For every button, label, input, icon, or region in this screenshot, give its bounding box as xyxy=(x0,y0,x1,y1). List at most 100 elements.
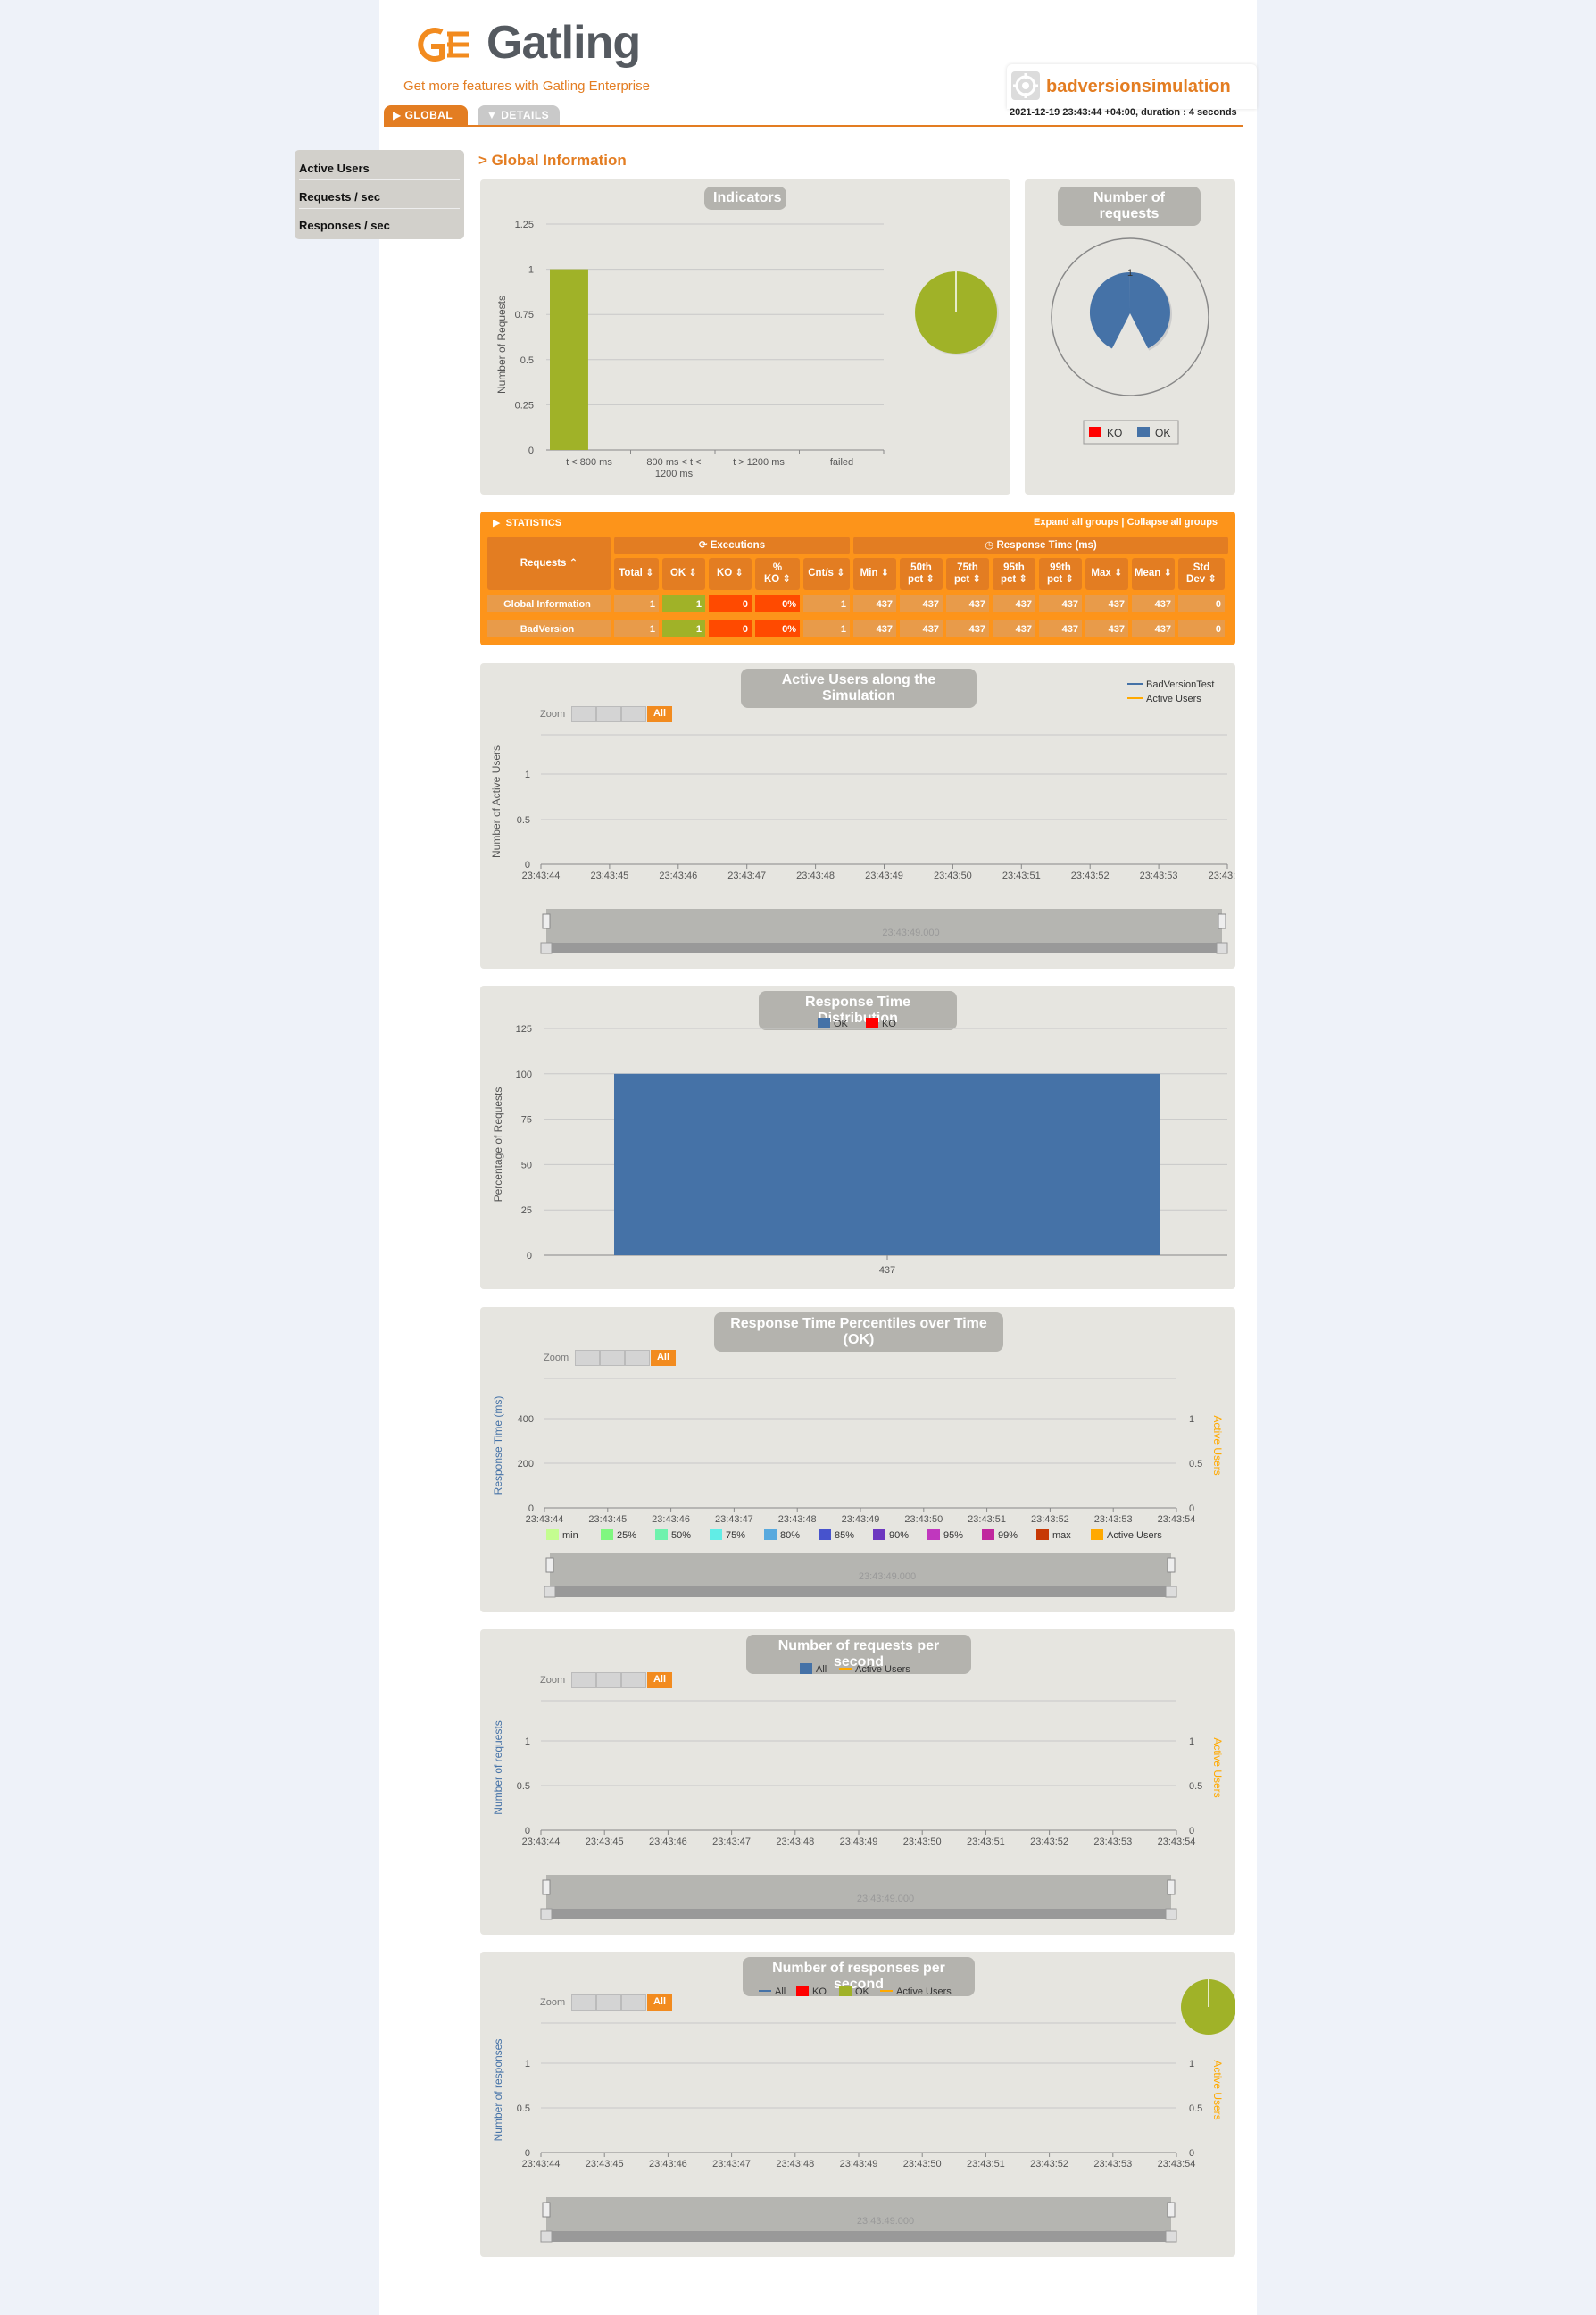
rt-distribution-chart: OK KO Percentage of Requests 125 100 75 50 2… xyxy=(492,1018,1227,1276)
xtick-label: 23:43:51 xyxy=(968,1514,1006,1525)
legend-label: min xyxy=(562,1530,578,1541)
legend-all-swatch xyxy=(800,1663,812,1674)
zoom-range-button[interactable] xyxy=(575,1350,600,1366)
ytick-label: 400 xyxy=(518,1414,534,1425)
xtick-label: 23:43:44 xyxy=(522,2159,561,2169)
stat-cell: 1 xyxy=(614,620,659,637)
legend-ko-swatch xyxy=(1089,427,1101,437)
caret-right-icon: ▶ xyxy=(493,518,501,529)
scroll-right-button xyxy=(1216,942,1228,954)
legend-ok-label: OK xyxy=(855,1986,870,1997)
sidebar-item-active-users[interactable]: Active Users xyxy=(299,155,460,180)
zoom-range-button[interactable] xyxy=(600,1350,625,1366)
col-header[interactable]: KO ⇕ xyxy=(709,558,752,590)
stat-cell: 437 xyxy=(946,595,989,612)
zoom-range-button[interactable] xyxy=(621,1672,646,1688)
col-header[interactable]: Cnt/s ⇕ xyxy=(803,558,850,590)
col-header[interactable]: Std Dev ⇕ xyxy=(1178,558,1225,590)
col-header[interactable]: Mean ⇕ xyxy=(1132,558,1175,590)
zoom-range-button[interactable] xyxy=(621,706,646,722)
navigator-handle-right xyxy=(1218,913,1226,929)
zoom-range-button[interactable] xyxy=(625,1350,650,1366)
col-header[interactable]: % KO ⇕ xyxy=(755,558,800,590)
ytick-label: 0.5 xyxy=(517,815,530,826)
xtick-label: 23:43:49 xyxy=(840,1836,878,1847)
xtick-label: 23:43:54 xyxy=(1158,1836,1196,1847)
col-header[interactable]: 99th pct ⇕ xyxy=(1039,558,1082,590)
sidebar-item-responses-sec[interactable]: Responses / sec xyxy=(299,212,460,237)
col-header[interactable]: 95th pct ⇕ xyxy=(993,558,1035,590)
xtick-label: failed xyxy=(830,457,853,468)
navigator-label: 23:43:49.000 xyxy=(882,928,939,938)
caret-down-icon: ▼ xyxy=(486,109,498,121)
scrollbar xyxy=(544,1586,1176,1597)
col-header[interactable]: 50th pct ⇕ xyxy=(900,558,943,590)
scroll-left-button xyxy=(540,942,553,954)
xtick-label: 23:43:54 xyxy=(1209,870,1235,881)
col-header[interactable]: OK ⇕ xyxy=(662,558,705,590)
ytick-label: 0.75 xyxy=(515,310,534,321)
xtick-label: 23:43:48 xyxy=(776,2159,814,2169)
zoom-range-button[interactable] xyxy=(596,706,621,722)
col-header[interactable]: Total ⇕ xyxy=(614,558,659,590)
zoom-all-button[interactable]: All xyxy=(647,1672,672,1688)
scrollbar xyxy=(541,943,1227,953)
col-header[interactable]: 75th pct ⇕ xyxy=(946,558,989,590)
zoom-range-button[interactable] xyxy=(571,1672,596,1688)
legend-ko-swatch xyxy=(796,1986,809,1996)
zoom-all-button[interactable]: All xyxy=(651,1350,676,1366)
xtick-label: 23:43:52 xyxy=(1030,1836,1068,1847)
xtick-label: 23:43:46 xyxy=(652,1514,690,1525)
sidebar-item-requests-sec[interactable]: Requests / sec xyxy=(299,184,460,209)
stat-cell: 437 xyxy=(900,620,943,637)
gatling-logo-icon xyxy=(418,28,469,62)
stat-row-name[interactable]: BadVersion xyxy=(487,620,611,637)
zoom-all-button[interactable]: All xyxy=(647,706,672,722)
stat-row-name[interactable]: Global Information xyxy=(487,595,611,612)
xtick-label: 23:43:46 xyxy=(649,1836,687,1847)
col-requests[interactable]: Requests ⌃ xyxy=(487,537,611,590)
requests-pie-chart: 1 KO OK xyxy=(1051,237,1209,445)
caret-right-icon: ▶ xyxy=(393,109,402,121)
ytick-label: 1 xyxy=(525,1736,530,1747)
xtick-label: 23:43:53 xyxy=(1093,1836,1132,1847)
col-header[interactable]: Max ⇕ xyxy=(1085,558,1128,590)
tab-details[interactable]: ▼ DETAILS xyxy=(478,105,560,125)
ytick-label: 0 xyxy=(528,446,534,456)
scroll-right-button xyxy=(1165,2230,1177,2243)
legend-ko-swatch xyxy=(866,1018,878,1028)
scroll-left-button xyxy=(540,2230,553,2243)
legend-all-label: All xyxy=(775,1986,786,1997)
zoom-range-button[interactable] xyxy=(571,1994,596,2011)
enterprise-link[interactable]: Get more features with Gatling Enterpris… xyxy=(403,79,650,94)
stat-cell: 0% xyxy=(755,595,800,612)
zoom-range-button[interactable] xyxy=(596,1672,621,1688)
navigator-handle-left xyxy=(542,2202,551,2218)
ytick-label: 0 xyxy=(525,2148,530,2159)
xtick-label: 23:43:46 xyxy=(649,2159,687,2169)
zoom-range-button[interactable] xyxy=(596,1994,621,2011)
xtick-label: 23:43:50 xyxy=(903,1836,942,1847)
stat-cell: 1 xyxy=(662,595,705,612)
legend-swatch xyxy=(655,1529,668,1540)
zoom-all-button[interactable]: All xyxy=(647,1994,672,2011)
tab-global[interactable]: ▶ GLOBAL xyxy=(384,105,468,125)
collapse-all-link[interactable]: Collapse all groups xyxy=(1127,517,1218,528)
xtick-label: 1200 ms xyxy=(655,469,694,479)
brand-logo[interactable]: Gatling xyxy=(486,16,641,70)
legend-ok-swatch xyxy=(818,1018,830,1028)
zoom-range-button[interactable] xyxy=(571,706,596,722)
stat-cell: 1 xyxy=(662,620,705,637)
statistics-header[interactable]: ▶ STATISTICS xyxy=(493,517,561,529)
xtick-label: 23:43:50 xyxy=(904,1514,943,1525)
zoom-range-button[interactable] xyxy=(621,1994,646,2011)
y2tick-label: 0.5 xyxy=(1189,1781,1202,1792)
col-header[interactable]: Min ⇕ xyxy=(853,558,896,590)
expand-all-link[interactable]: Expand all groups xyxy=(1034,517,1118,528)
indicators-chart: Number of Requests 1.25 1 0.75 0.5 0.25 0 t <… xyxy=(495,220,999,479)
rt-distribution-ok-bar xyxy=(614,1073,1160,1255)
stat-cell: 437 xyxy=(853,620,896,637)
ytick-label: 0 xyxy=(525,1826,530,1836)
legend-swatch xyxy=(1091,1529,1103,1540)
group-response-time-label: Response Time (ms) xyxy=(996,540,1097,551)
